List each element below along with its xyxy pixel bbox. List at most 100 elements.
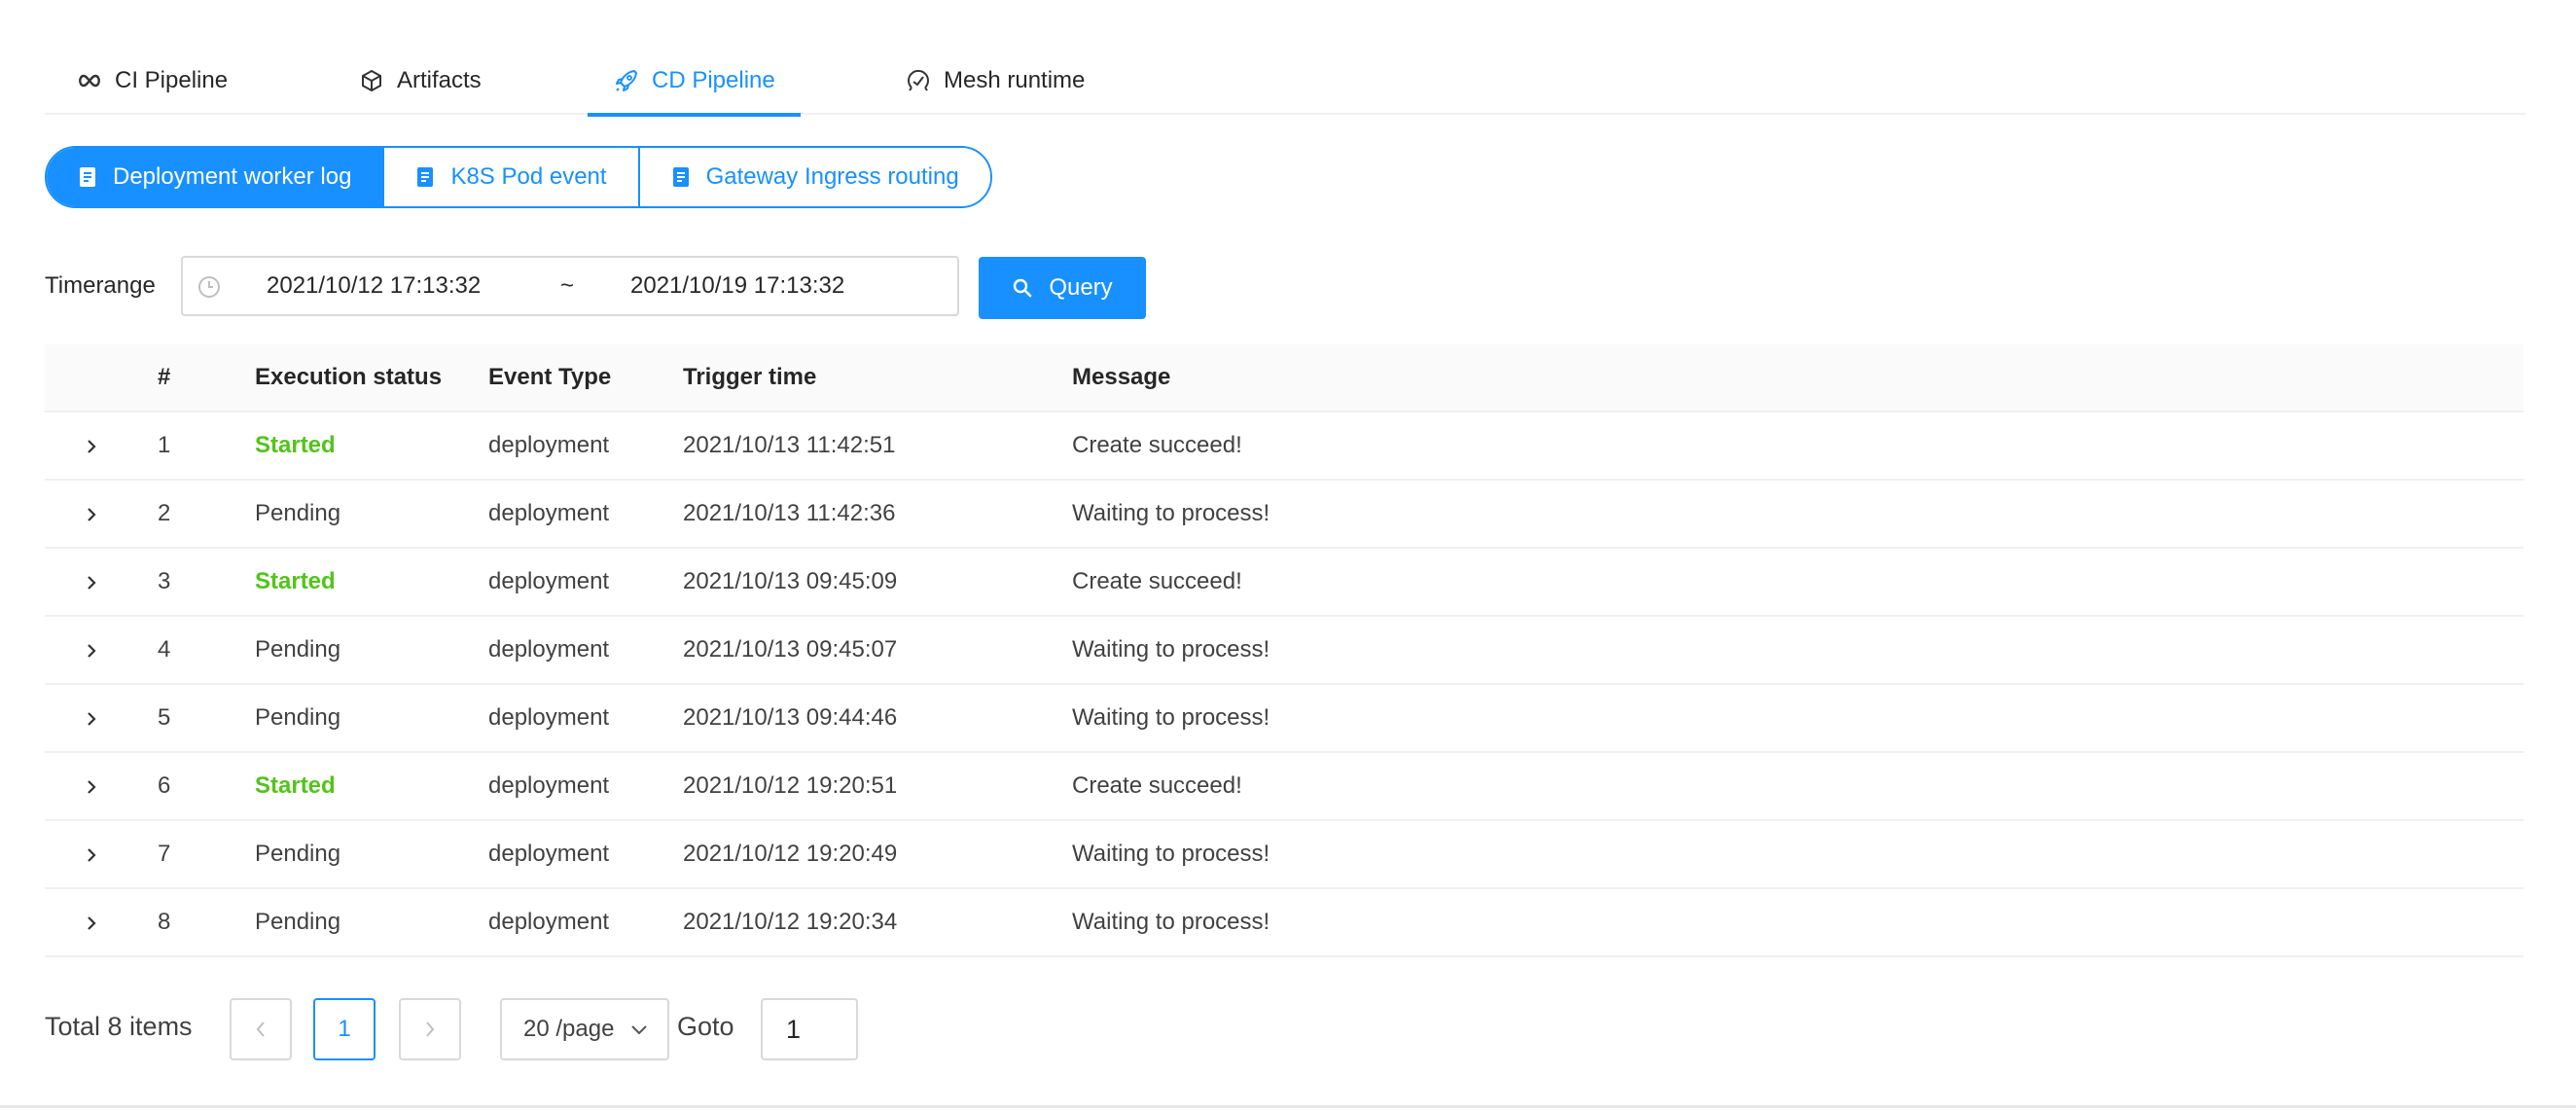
- table-row: 8 Pending deployment 2021/10/12 19:20:34 Wai…: [45, 889, 2523, 957]
- search-icon: [1014, 278, 1032, 298]
- table-row: 5 Pending deployment 2021/10/13 09:44:46 Wai…: [45, 685, 2523, 753]
- expand-row-icon[interactable]: [82, 708, 101, 728]
- table-row: 4 Pending deployment 2021/10/13 09:45:07 Wai…: [45, 617, 2523, 685]
- event-type: deployment: [488, 568, 610, 594]
- column-header-number: #: [158, 364, 171, 390]
- event-type: deployment: [488, 772, 610, 799]
- page-number: 1: [338, 1016, 351, 1042]
- chevron-right-icon: [426, 1021, 435, 1037]
- message: Waiting to process!: [1072, 704, 1270, 731]
- row-number: 6: [158, 772, 171, 799]
- end-time-input[interactable]: 2021/10/19 17:13:32: [630, 272, 844, 300]
- column-header-status: Execution status: [255, 364, 443, 390]
- next-page-button[interactable]: [399, 998, 461, 1060]
- document-icon: [417, 167, 434, 187]
- event-type: deployment: [488, 909, 610, 935]
- event-type: deployment: [488, 500, 610, 526]
- row-number: 4: [158, 636, 171, 663]
- message: Waiting to process!: [1072, 909, 1270, 935]
- tab-cd-pipeline[interactable]: CD Pipeline: [588, 47, 801, 117]
- execution-status: Started: [255, 432, 336, 458]
- tab-artifacts[interactable]: Artifacts: [358, 47, 482, 115]
- expand-row-icon[interactable]: [82, 572, 101, 591]
- execution-status: Pending: [255, 909, 341, 935]
- k8s-pod-event-button[interactable]: K8S Pod event: [384, 148, 640, 206]
- execution-status: Started: [255, 772, 336, 799]
- chevron-down-icon: [631, 1025, 647, 1035]
- log-type-switch: Deployment worker log K8S Pod event Gate…: [45, 146, 992, 208]
- button-label: K8S Pod event: [450, 163, 607, 190]
- start-time-input[interactable]: 2021/10/12 17:13:32: [267, 272, 481, 300]
- row-number: 5: [158, 704, 171, 731]
- execution-status: Pending: [255, 500, 341, 526]
- row-number: 2: [158, 500, 171, 526]
- tab-ci-pipeline[interactable]: CI Pipeline: [76, 47, 228, 115]
- goto-label: Goto: [677, 1012, 734, 1041]
- event-type: deployment: [488, 432, 610, 458]
- document-icon: [80, 167, 95, 187]
- document-icon: [672, 167, 689, 187]
- chevron-left-icon: [256, 1021, 265, 1037]
- previous-page-button[interactable]: [230, 998, 292, 1060]
- clock-icon: [198, 276, 220, 298]
- pipeline-tabs: CI Pipeline Artifacts CD Pipeline Mesh r…: [45, 47, 2525, 117]
- trigger-time: 2021/10/13 09:44:46: [683, 704, 898, 731]
- event-type: deployment: [488, 704, 610, 731]
- table-row: 1 Started deployment 2021/10/13 11:42:51 Cre…: [45, 412, 2523, 481]
- message: Waiting to process!: [1072, 636, 1270, 663]
- timerange-label: Timerange: [45, 272, 156, 299]
- page-size-value: 20 /page: [523, 1016, 615, 1042]
- tab-label: CI Pipeline: [115, 67, 229, 93]
- row-number: 3: [158, 568, 171, 594]
- range-separator: ~: [560, 272, 575, 299]
- bottom-divider: [0, 1105, 2576, 1108]
- table-row: 2 Pending deployment 2021/10/13 11:42:36 Wai…: [45, 481, 2523, 549]
- trigger-time: 2021/10/12 19:20:49: [683, 841, 898, 867]
- goto-page-input[interactable]: 1: [761, 998, 858, 1060]
- trigger-time: 2021/10/13 09:45:09: [683, 568, 898, 594]
- table-header: # Execution status Event Type Trigger ti…: [45, 344, 2523, 412]
- tab-label: Artifacts: [397, 67, 482, 93]
- message: Waiting to process!: [1072, 500, 1270, 526]
- table-row: 3 Started deployment 2021/10/13 09:45:09 Cre…: [45, 549, 2523, 617]
- message: Create succeed!: [1072, 772, 1242, 799]
- execution-status: Pending: [255, 636, 341, 663]
- table-body: 1 Started deployment 2021/10/13 11:42:51 Cre…: [45, 412, 2523, 957]
- column-header-event-type: Event Type: [488, 364, 612, 390]
- table-row: 6 Started deployment 2021/10/12 19:20:51 Cre…: [45, 753, 2523, 821]
- execution-status: Pending: [255, 841, 341, 867]
- page-1-button[interactable]: 1: [313, 998, 376, 1060]
- message: Create succeed!: [1072, 568, 1242, 594]
- tab-label: Mesh runtime: [944, 67, 1086, 93]
- deployment-worker-log-button[interactable]: Deployment worker log: [47, 148, 385, 206]
- event-type: deployment: [488, 636, 610, 663]
- expand-row-icon[interactable]: [82, 776, 101, 796]
- expand-row-icon[interactable]: [82, 844, 101, 864]
- execution-status: Started: [255, 568, 336, 594]
- row-number: 8: [158, 909, 171, 935]
- expand-row-icon[interactable]: [82, 913, 101, 932]
- tab-mesh-runtime[interactable]: Mesh runtime: [905, 47, 1085, 115]
- message: Waiting to process!: [1072, 841, 1270, 867]
- event-table: # Execution status Event Type Trigger ti…: [45, 344, 2523, 957]
- row-number: 7: [158, 841, 171, 867]
- column-header-trigger-time: Trigger time: [683, 364, 817, 390]
- event-type: deployment: [488, 841, 610, 867]
- page-size-select[interactable]: 20 /page: [500, 998, 669, 1060]
- expand-row-icon[interactable]: [82, 436, 101, 455]
- button-label: Gateway Ingress routing: [705, 163, 959, 190]
- expand-row-icon[interactable]: [82, 504, 101, 523]
- total-items: Total 8 items: [45, 1012, 193, 1041]
- query-label: Query: [1049, 274, 1113, 301]
- expand-row-icon[interactable]: [82, 640, 101, 660]
- trigger-time: 2021/10/13 11:42:51: [683, 432, 896, 458]
- query-button[interactable]: Query: [979, 257, 1146, 319]
- gateway-ingress-routing-button[interactable]: Gateway Ingress routing: [639, 148, 990, 206]
- timerange-picker[interactable]: 2021/10/12 17:13:32 ~ 2021/10/19 17:13:3…: [181, 256, 959, 316]
- trigger-time: 2021/10/12 19:20:34: [683, 909, 898, 935]
- row-number: 1: [158, 432, 171, 458]
- column-header-message: Message: [1072, 364, 1171, 390]
- button-label: Deployment worker log: [113, 163, 352, 190]
- infinity-icon: [79, 74, 100, 88]
- tab-label: CD Pipeline: [652, 67, 775, 93]
